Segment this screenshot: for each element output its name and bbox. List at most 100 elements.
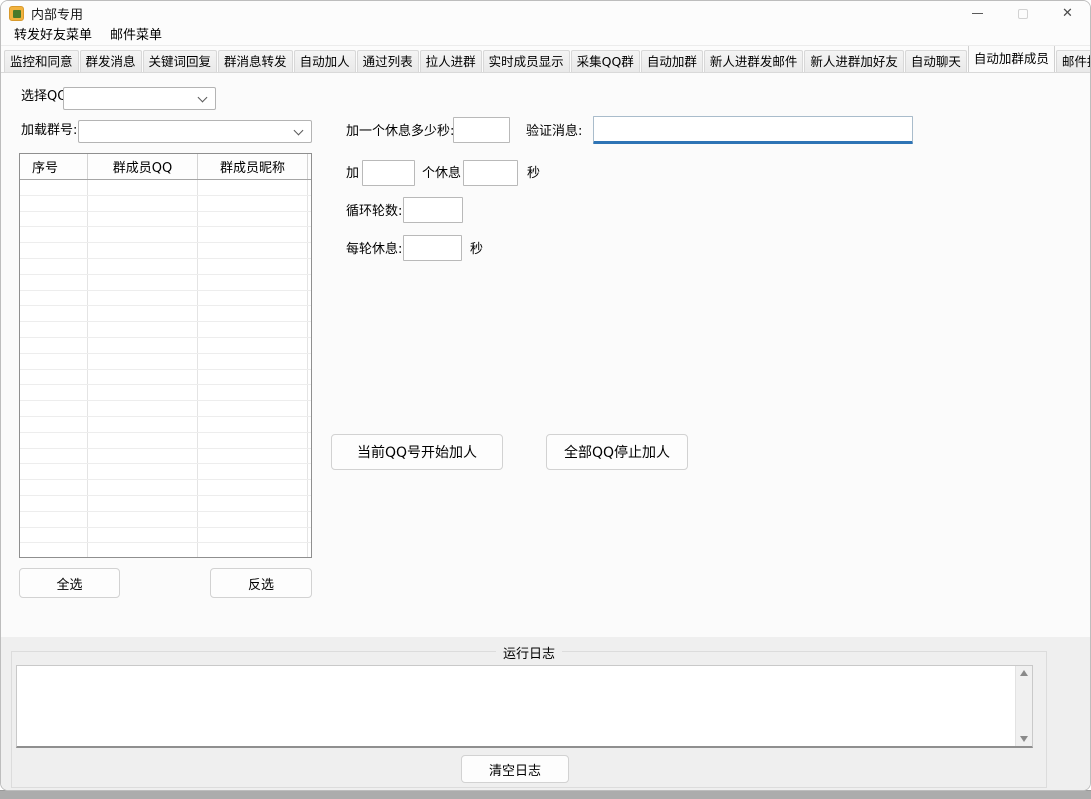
member-table-body xyxy=(20,180,311,557)
tab-2[interactable]: 关键词回复 xyxy=(143,50,218,72)
table-cell xyxy=(88,464,198,479)
log-groupbox: 运行日志 清空日志 xyxy=(11,651,1047,788)
tab-8[interactable]: 采集QQ群 xyxy=(571,50,640,72)
table-cell-filler xyxy=(308,180,311,195)
rest-per-add-input[interactable] xyxy=(453,117,510,143)
table-cell-filler xyxy=(308,306,311,321)
table-cell xyxy=(20,480,88,495)
tab-11[interactable]: 新人进群加好友 xyxy=(804,50,904,72)
select-qq-combobox[interactable] xyxy=(63,87,216,110)
titlebar: 内部专用 ✕ xyxy=(1,1,1090,26)
log-scrollbar[interactable] xyxy=(1015,666,1032,746)
table-cell xyxy=(20,354,88,369)
table-cell xyxy=(198,417,308,432)
table-cell xyxy=(20,433,88,448)
load-group-label: 加载群号: xyxy=(21,122,77,140)
tab-3[interactable]: 群消息转发 xyxy=(218,50,293,72)
table-row xyxy=(20,417,311,433)
table-cell xyxy=(20,464,88,479)
log-textarea[interactable] xyxy=(16,665,1033,748)
table-cell xyxy=(198,212,308,227)
table-cell xyxy=(20,385,88,400)
table-row xyxy=(20,354,311,370)
table-cell xyxy=(20,417,88,432)
table-row xyxy=(20,528,311,544)
table-row xyxy=(20,496,311,512)
table-cell xyxy=(198,385,308,400)
column-header-0[interactable]: 序号 xyxy=(20,154,88,179)
tab-1[interactable]: 群发消息 xyxy=(80,50,142,72)
add-rest-input[interactable] xyxy=(463,160,518,186)
menu-item-0[interactable]: 转发好友菜单 xyxy=(5,26,101,46)
table-cell-filler xyxy=(308,449,311,464)
table-cell-filler xyxy=(308,512,311,527)
member-table-header: 序号群成员QQ群成员昵称 xyxy=(20,154,311,180)
table-row xyxy=(20,243,311,259)
table-cell xyxy=(88,212,198,227)
table-cell xyxy=(88,306,198,321)
table-cell xyxy=(88,528,198,543)
column-header-2[interactable]: 群成员昵称 xyxy=(198,154,308,179)
table-cell xyxy=(20,338,88,353)
table-cell-filler xyxy=(308,401,311,416)
tab-12[interactable]: 自动聊天 xyxy=(905,50,967,72)
close-button[interactable]: ✕ xyxy=(1045,1,1090,26)
table-cell xyxy=(20,306,88,321)
tab-9[interactable]: 自动加群 xyxy=(641,50,703,72)
start-adding-button[interactable]: 当前QQ号开始加人 xyxy=(331,434,503,470)
table-row xyxy=(20,464,311,480)
minimize-button[interactable] xyxy=(955,1,1000,26)
tab-10[interactable]: 新人进群发邮件 xyxy=(704,50,804,72)
stop-adding-button[interactable]: 全部QQ停止加人 xyxy=(546,434,688,470)
table-cell xyxy=(88,354,198,369)
tab-14[interactable]: 邮件批量发送 xyxy=(1056,50,1090,72)
table-cell xyxy=(88,512,198,527)
tab-6[interactable]: 拉人进群 xyxy=(420,50,482,72)
table-cell xyxy=(198,480,308,495)
table-cell xyxy=(198,180,308,195)
table-row xyxy=(20,306,311,322)
table-cell xyxy=(198,401,308,416)
table-row xyxy=(20,512,311,528)
tab-4[interactable]: 自动加人 xyxy=(294,50,356,72)
table-cell xyxy=(20,401,88,416)
table-cell xyxy=(198,291,308,306)
tab-13[interactable]: 自动加群成员 xyxy=(968,46,1055,73)
menu-item-1[interactable]: 邮件菜单 xyxy=(101,26,171,46)
table-cell-filler xyxy=(308,338,311,353)
tab-5[interactable]: 通过列表 xyxy=(357,50,419,72)
loop-rounds-input[interactable] xyxy=(403,197,463,223)
member-table[interactable]: 序号群成员QQ群成员昵称 xyxy=(19,153,312,558)
loop-rounds-label: 循环轮数: xyxy=(346,203,402,221)
table-cell xyxy=(88,433,198,448)
table-cell-filler xyxy=(308,212,311,227)
table-cell-filler xyxy=(308,543,311,557)
tab-0[interactable]: 监控和同意 xyxy=(4,50,79,72)
maximize-button[interactable] xyxy=(1000,1,1045,26)
table-cell xyxy=(20,275,88,290)
table-cell xyxy=(88,275,198,290)
scroll-down-icon[interactable] xyxy=(1020,736,1028,742)
table-cell xyxy=(20,243,88,258)
table-cell xyxy=(88,449,198,464)
tab-7[interactable]: 实时成员显示 xyxy=(483,50,570,72)
column-header-1[interactable]: 群成员QQ xyxy=(88,154,198,179)
round-rest-label: 每轮休息: xyxy=(346,241,402,259)
table-cell xyxy=(20,212,88,227)
select-all-button[interactable]: 全选 xyxy=(19,568,120,598)
scroll-up-icon[interactable] xyxy=(1020,670,1028,676)
round-rest-input[interactable] xyxy=(403,235,462,261)
table-row xyxy=(20,322,311,338)
invert-selection-button[interactable]: 反选 xyxy=(210,568,312,598)
table-cell xyxy=(198,433,308,448)
clear-log-button[interactable]: 清空日志 xyxy=(461,755,569,783)
table-cell xyxy=(198,227,308,242)
add-count-input[interactable] xyxy=(362,160,415,186)
load-group-combobox[interactable] xyxy=(78,120,312,143)
window-title: 内部专用 xyxy=(31,4,83,23)
app-icon-glyph xyxy=(13,10,21,18)
verify-message-input[interactable] xyxy=(593,116,913,144)
table-cell xyxy=(88,196,198,211)
table-cell xyxy=(20,196,88,211)
table-cell xyxy=(20,512,88,527)
